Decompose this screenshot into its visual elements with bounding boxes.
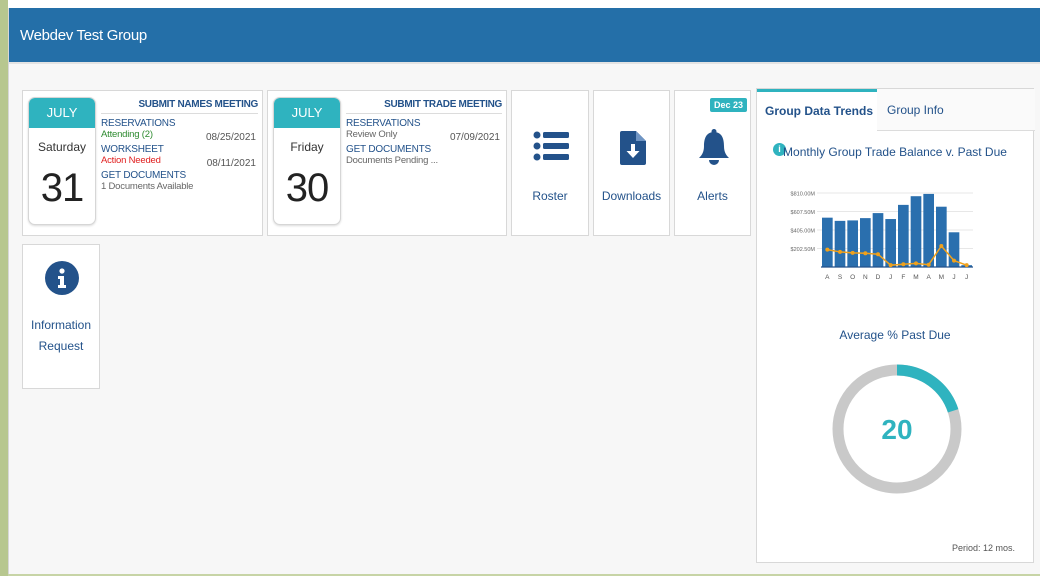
x-tick-label: M — [939, 274, 944, 281]
past-due-point — [939, 243, 944, 248]
past-due-point — [838, 249, 842, 254]
meeting-card-names[interactable]: JULY Saturday 31 SUBMIT NAMES MEETING RE… — [22, 90, 263, 236]
alerts-date-badge: Dec 23 — [709, 98, 747, 112]
date-day: 30 — [285, 166, 330, 210]
reservations-label: RESERVATIONS — [346, 118, 421, 129]
bell-icon — [699, 129, 729, 165]
date-weekday: Friday — [290, 140, 324, 154]
documents-row[interactable]: GET DOCUMENTS Documents Pending ... — [346, 144, 502, 166]
x-tick-label: O — [850, 274, 855, 281]
documents-row[interactable]: GET DOCUMENTS 1 Documents Available — [101, 170, 258, 192]
reservations-label: RESERVATIONS — [101, 118, 176, 129]
worksheet-date: 08/11/2021 — [206, 158, 256, 169]
x-tick-label: J — [889, 274, 892, 281]
x-tick-label: J — [952, 274, 955, 281]
bar — [847, 220, 858, 267]
past-due-point — [850, 250, 855, 255]
reservations-row[interactable]: RESERVATIONS Review Only 07/09/2021 — [346, 118, 502, 143]
documents-status: Documents Pending ... — [346, 155, 438, 166]
date-month: JULY — [29, 98, 95, 128]
x-tick-label: S — [838, 274, 843, 281]
meeting-details: SUBMIT TRADE MEETING RESERVATIONS Review… — [346, 99, 502, 231]
information-request-tile[interactable]: Information Request — [22, 244, 100, 389]
past-due-donut: 20 — [832, 364, 962, 494]
bar — [822, 217, 833, 267]
donut-value: 20 — [881, 414, 912, 445]
bar — [936, 206, 947, 267]
date-month: JULY — [274, 98, 340, 128]
x-tick-label: D — [876, 274, 881, 281]
file-download-icon — [620, 131, 646, 165]
date-box: JULY Friday 30 — [273, 97, 341, 225]
avg-past-due-title: Average % Past Due — [839, 328, 951, 342]
top-strip — [0, 0, 1040, 8]
past-due-point — [825, 247, 830, 252]
documents-label: GET DOCUMENTS — [346, 144, 431, 155]
y-tick-label: $810.00M — [791, 192, 816, 198]
app-frame: Webdev Test Group JULY Saturday 31 SUBMI… — [8, 8, 1040, 574]
past-due-point — [876, 252, 880, 257]
worksheet-row[interactable]: WORKSHEET Action Needed 08/11/2021 — [101, 144, 258, 169]
information-request-label: Information Request — [23, 315, 99, 357]
past-due-point — [888, 263, 893, 268]
alerts-label: Alerts — [697, 189, 728, 203]
left-strip — [0, 0, 8, 576]
downloads-label: Downloads — [601, 189, 662, 203]
information-request-line2: Request — [38, 339, 84, 353]
bar — [910, 196, 922, 267]
worksheet-label: WORKSHEET — [101, 144, 164, 155]
tab-group-info[interactable]: Group Info — [887, 89, 977, 131]
tab-group-data-trends-label: Group Data Trends — [765, 104, 874, 118]
bar — [885, 219, 896, 267]
past-due-point — [914, 261, 918, 266]
group-title: Webdev Test Group — [20, 27, 147, 44]
x-tick-label: M — [913, 274, 918, 281]
past-due-point — [926, 262, 931, 267]
roster-tile[interactable]: Roster — [511, 90, 589, 236]
reservations-date: 07/09/2021 — [449, 132, 500, 143]
x-tick-label: A — [825, 274, 830, 281]
reservations-row[interactable]: RESERVATIONS Attending (2) 08/25/2021 — [101, 118, 258, 143]
x-tick-label: A — [926, 274, 931, 281]
panel-tabs: Group Data Trendsi Group Info — [757, 89, 1035, 157]
meeting-title[interactable]: SUBMIT TRADE MEETING — [346, 99, 502, 114]
past-due-point — [952, 258, 956, 263]
bar — [834, 220, 846, 267]
reservations-date: 08/25/2021 — [205, 132, 256, 143]
downloads-tile[interactable]: Downloads — [593, 90, 670, 236]
meeting-card-trade[interactable]: JULY Friday 30 SUBMIT TRADE MEETING RESE… — [267, 90, 507, 236]
period-label: Period: 12 mos. — [951, 543, 1015, 553]
date-box: JULY Saturday 31 — [28, 97, 96, 225]
header-bar: Webdev Test Group — [9, 8, 1040, 62]
bar — [923, 193, 934, 267]
roster-label: Roster — [532, 189, 568, 203]
y-tick-label: $607.50M — [791, 210, 816, 216]
x-tick-label: F — [901, 274, 905, 281]
dashboard-content: JULY Saturday 31 SUBMIT NAMES MEETING RE… — [9, 62, 1040, 574]
tab-group-data-trends[interactable]: Group Data Trendsi — [757, 89, 877, 157]
trend-chart: $810.00M $607.50M $405.00M $202.50M A S O N D J F M… — [791, 192, 973, 281]
past-due-point — [863, 251, 868, 256]
y-tick-label: $405.00M — [791, 229, 816, 235]
bar — [872, 213, 884, 267]
alerts-tile[interactable]: Dec 23 Alerts — [674, 90, 751, 236]
documents-status: 1 Documents Available — [101, 181, 194, 192]
past-due-point — [964, 263, 969, 268]
x-tick-label: N — [863, 274, 868, 281]
documents-label: GET DOCUMENTS — [101, 170, 186, 181]
x-tick-label: J — [965, 274, 968, 281]
y-tick-label: $202.50M — [791, 247, 816, 253]
list-icon — [533, 131, 569, 161]
date-day: 31 — [40, 166, 85, 210]
bar — [860, 218, 871, 267]
date-weekday: Saturday — [37, 140, 87, 154]
information-request-line1: Information — [30, 318, 92, 332]
chart-title: Monthly Group Trade Balance v. Past Due — [783, 145, 1007, 159]
meeting-details: SUBMIT NAMES MEETING RESERVATIONS Attend… — [101, 99, 258, 231]
info-circle-icon — [45, 261, 79, 295]
bar — [898, 204, 909, 267]
meeting-title[interactable]: SUBMIT NAMES MEETING — [101, 99, 258, 114]
past-due-point — [901, 262, 906, 267]
group-data-panel: Group Data Trendsi Group Info Monthly Gr… — [756, 88, 1035, 563]
